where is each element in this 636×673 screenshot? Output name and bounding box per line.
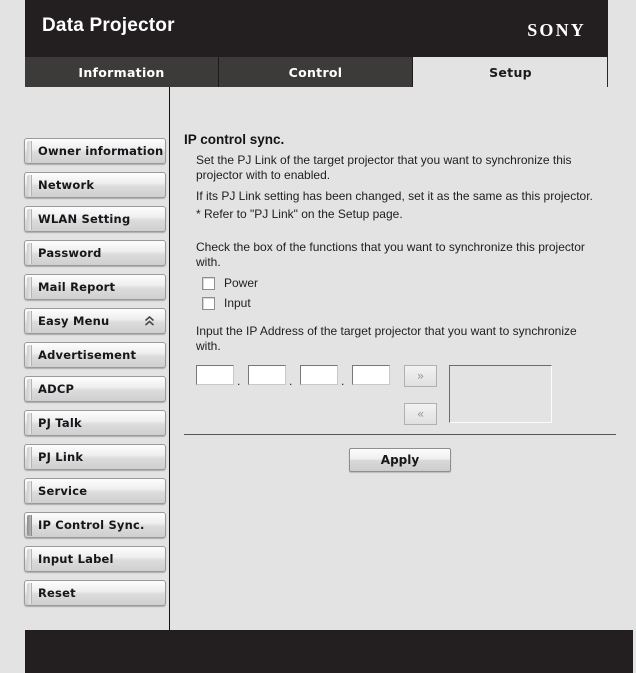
tab-right-divider (607, 57, 608, 88)
sidebar-item-easy-menu[interactable]: Easy Menu (24, 308, 166, 334)
sony-logo: SONY (527, 20, 586, 40)
checkbox-row-power[interactable]: Power (184, 276, 616, 290)
main-content: IP control sync. Set the PJ Link of the … (184, 132, 616, 427)
checkbox-input-label: Input (224, 296, 251, 310)
sidebar-item-label: PJ Link (38, 450, 84, 464)
tab-information-label: Information (78, 64, 165, 80)
menu-accent-bar (27, 447, 32, 468)
sidebar-item-ip-control-sync[interactable]: IP Control Sync. (24, 512, 166, 538)
ip-octet-4-input[interactable] (352, 365, 390, 385)
tab-setup-label: Setup (489, 64, 532, 80)
sidebar-item-label: Input Label (38, 552, 114, 566)
page-header: Data Projector SONY (25, 0, 608, 57)
sidebar-item-label: ADCP (38, 382, 75, 396)
menu-accent-bar (27, 209, 32, 230)
sidebar-item-label: Mail Report (38, 280, 116, 294)
sidebar-item-label: Owner information (38, 144, 164, 158)
ip-separator-dot: . (289, 374, 293, 388)
ip-intro-text: Input the IP Address of the target proje… (196, 324, 577, 353)
description-paragraph-2: If its PJ Link setting has been changed,… (196, 189, 593, 203)
checkbox-power[interactable] (202, 276, 215, 290)
section-title: IP control sync. (184, 132, 285, 147)
menu-accent-bar (27, 141, 32, 162)
double-chevron-up-icon (143, 315, 156, 328)
menu-accent-bar (27, 583, 32, 604)
projector-web-page: Data Projector SONY Information Control … (0, 0, 636, 673)
checkbox-row-input[interactable]: Input (184, 296, 616, 310)
sidebar-item-owner-information[interactable]: Owner information (24, 138, 166, 164)
menu-accent-bar (27, 481, 32, 502)
apply-button-container: Apply (184, 448, 616, 472)
content-divider (184, 434, 616, 435)
sidebar-item-input-label[interactable]: Input Label (24, 546, 166, 572)
sidebar-content-divider (169, 87, 170, 630)
sidebar-item-adcp[interactable]: ADCP (24, 376, 166, 402)
ip-octet-3-input[interactable] (300, 365, 338, 385)
checkbox-input[interactable] (202, 296, 215, 310)
apply-button[interactable]: Apply (349, 448, 451, 472)
double-chevron-left-icon: « (416, 407, 425, 421)
sidebar-item-pj-link[interactable]: PJ Link (24, 444, 166, 470)
sidebar-item-service[interactable]: Service (24, 478, 166, 504)
menu-accent-bar (27, 379, 32, 400)
double-chevron-right-icon: » (416, 369, 425, 383)
sidebar-item-label: IP Control Sync. (38, 518, 145, 532)
ip-separator-dot: . (341, 374, 345, 388)
sidebar-item-reset[interactable]: Reset (24, 580, 166, 606)
ip-separator-dot: . (237, 374, 241, 388)
page-footer (25, 630, 633, 673)
description-paragraph-1: Set the PJ Link of the target projector … (196, 153, 572, 182)
menu-accent-bar (27, 277, 32, 298)
sidebar-item-label: Service (38, 484, 88, 498)
ip-octet-1-input[interactable] (196, 365, 234, 385)
sidebar-item-network[interactable]: Network (24, 172, 166, 198)
main-tabs: Information Control Setup (25, 57, 608, 87)
sidebar-item-label: PJ Talk (38, 416, 82, 430)
menu-accent-bar (27, 413, 32, 434)
tab-control[interactable]: Control (219, 57, 413, 87)
checkbox-intro-text: Check the box of the functions that you … (196, 240, 585, 269)
checkbox-power-label: Power (224, 276, 259, 290)
menu-accent-bar (27, 243, 32, 264)
sidebar-item-advertisement[interactable]: Advertisement (24, 342, 166, 368)
sidebar-item-label: Advertisement (38, 348, 137, 362)
sidebar-item-label: Password (38, 246, 102, 260)
sidebar-item-wlan-setting[interactable]: WLAN Setting (24, 206, 166, 232)
menu-accent-bar (27, 515, 32, 536)
menu-accent-bar (27, 175, 32, 196)
sidebar-item-mail-report[interactable]: Mail Report (24, 274, 166, 300)
menu-accent-bar (27, 345, 32, 366)
sidebar-item-pj-talk[interactable]: PJ Talk (24, 410, 166, 436)
ip-address-list[interactable] (449, 365, 552, 423)
sidebar-item-label: Easy Menu (38, 314, 110, 328)
tab-control-label: Control (288, 64, 343, 80)
sidebar-item-label: Reset (38, 586, 76, 600)
tab-information[interactable]: Information (25, 57, 219, 87)
page-title: Data Projector (42, 15, 175, 36)
menu-accent-bar (27, 311, 32, 332)
sidebar-menu: Owner information Network WLAN Setting P… (24, 138, 166, 614)
add-ip-button[interactable]: » (404, 365, 437, 387)
remove-ip-button[interactable]: « (404, 403, 437, 425)
menu-accent-bar (27, 549, 32, 570)
tab-setup[interactable]: Setup (413, 57, 608, 87)
ip-address-row: . . . » « (184, 365, 616, 427)
sidebar-item-label: Network (38, 178, 95, 192)
sidebar-item-password[interactable]: Password (24, 240, 166, 266)
description-paragraph-3: * Refer to "PJ Link" on the Setup page. (196, 206, 403, 221)
ip-octet-2-input[interactable] (248, 365, 286, 385)
sidebar-item-label: WLAN Setting (38, 212, 131, 226)
